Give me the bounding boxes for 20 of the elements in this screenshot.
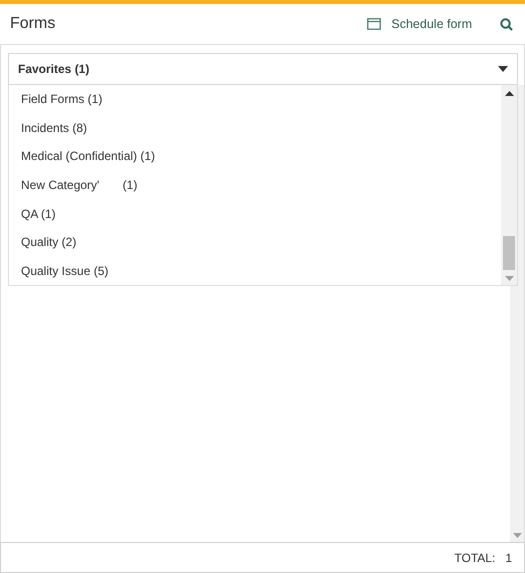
total-label: TOTAL: bbox=[454, 550, 496, 564]
category-dropdown[interactable]: Favorites (1) bbox=[8, 53, 518, 85]
dropdown-option[interactable]: QA (1) bbox=[9, 199, 501, 228]
total-value: 1 bbox=[505, 550, 512, 564]
dropdown-option[interactable]: Quality (2) bbox=[9, 228, 501, 256]
list-scrollbar[interactable] bbox=[501, 85, 517, 285]
dropdown-option[interactable]: Medical (Confidential) (1) bbox=[9, 142, 501, 171]
scroll-down-icon[interactable] bbox=[512, 533, 522, 538]
scroll-thumb[interactable] bbox=[503, 236, 515, 270]
dropdown-option[interactable]: Field Forms (1) bbox=[9, 85, 501, 114]
search-icon[interactable] bbox=[500, 18, 513, 30]
calendar-icon bbox=[367, 18, 382, 30]
scroll-down-icon[interactable] bbox=[504, 276, 514, 281]
dropdown-option[interactable]: Incidents (8) bbox=[9, 114, 501, 142]
scroll-up-icon[interactable] bbox=[504, 91, 514, 96]
schedule-form-button[interactable]: Schedule form bbox=[367, 17, 472, 31]
caret-icon bbox=[498, 66, 508, 72]
dropdown-option[interactable]: Quality Issue (5) bbox=[9, 256, 501, 286]
dropdown-option[interactable]: New Category' (1) bbox=[9, 170, 501, 200]
page-title: Forms bbox=[10, 15, 56, 33]
